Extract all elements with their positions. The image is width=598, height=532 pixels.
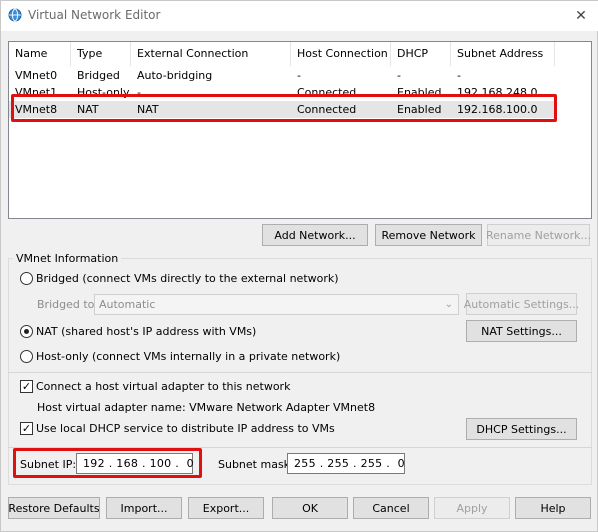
column-header-type[interactable]: Type: [71, 42, 131, 66]
cell-external-connection: Auto-bridging: [137, 69, 213, 82]
help-button[interactable]: Help: [515, 497, 591, 519]
cell-dhcp: -: [397, 69, 401, 82]
column-header-external-connection[interactable]: External Connection: [131, 42, 291, 66]
import-button[interactable]: Import...: [106, 497, 182, 519]
cell-type: NAT: [77, 103, 99, 116]
cell-external-connection: -: [137, 86, 141, 99]
dhcp-settings-button[interactable]: DHCP Settings...: [466, 418, 577, 440]
adapter-name-text: Host virtual adapter name: VMware Networ…: [37, 401, 376, 414]
cell-host-connection: Connected: [297, 103, 357, 116]
cancel-button[interactable]: Cancel: [353, 497, 429, 519]
window-title: Virtual Network Editor: [28, 8, 161, 22]
automatic-settings-button[interactable]: Automatic Settings...: [464, 293, 579, 315]
table-row-selected[interactable]: VMnet8 NAT NAT Connected Enabled 192.168…: [9, 101, 555, 118]
cell-dhcp: Enabled: [397, 103, 442, 116]
bridged-to-value: Automatic: [99, 298, 156, 311]
cell-external-connection: NAT: [137, 103, 159, 116]
bridged-radio[interactable]: [20, 272, 33, 285]
subnet-ip-label: Subnet IP:: [20, 458, 77, 471]
cell-host-connection: Connected: [297, 86, 357, 99]
connect-adapter-label[interactable]: Connect a host virtual adapter to this n…: [36, 380, 290, 393]
cell-name: VMnet8: [15, 103, 58, 116]
column-header-subnet-address[interactable]: Subnet Address: [451, 42, 555, 66]
nat-settings-button[interactable]: NAT Settings...: [466, 320, 577, 342]
cell-host-connection: -: [297, 69, 301, 82]
host-only-radio[interactable]: [20, 350, 33, 363]
bridged-to-select[interactable]: Automatic ⌄: [94, 294, 459, 315]
checkmark-icon: ✓: [21, 422, 32, 435]
column-header-host-connection[interactable]: Host Connection: [291, 42, 391, 66]
cell-name: VMnet1: [15, 86, 58, 99]
nat-radio-label[interactable]: NAT (shared host's IP address with VMs): [36, 325, 256, 338]
column-header-name[interactable]: Name: [9, 42, 71, 66]
cell-type: Host-only: [77, 86, 130, 99]
subnet-mask-label: Subnet mask:: [218, 458, 294, 471]
cell-name: VMnet0: [15, 69, 58, 82]
add-network-button[interactable]: Add Network...: [262, 224, 368, 246]
connect-adapter-checkbox[interactable]: ✓: [20, 380, 33, 393]
checkmark-icon: ✓: [21, 380, 32, 393]
cell-subnet-address: 192.168.248.0: [457, 86, 538, 99]
globe-network-icon: [8, 8, 22, 22]
table-row[interactable]: VMnet0 Bridged Auto-bridging - - -: [9, 67, 555, 84]
host-only-radio-label[interactable]: Host-only (connect VMs internally in a p…: [36, 350, 340, 363]
virtual-network-editor-window: Virtual Network Editor ✕ Name Type Exter…: [0, 0, 598, 532]
vmnet-information-label: VMnet Information: [13, 252, 122, 265]
cell-subnet-address: 192.168.100.0: [457, 103, 538, 116]
close-button[interactable]: ✕: [563, 1, 598, 31]
nat-radio[interactable]: [20, 325, 33, 338]
dhcp-checkbox[interactable]: ✓: [20, 422, 33, 435]
export-button[interactable]: Export...: [188, 497, 264, 519]
divider: [8, 372, 592, 373]
dhcp-label[interactable]: Use local DHCP service to distribute IP …: [36, 422, 335, 435]
ok-button[interactable]: OK: [272, 497, 348, 519]
column-header-dhcp[interactable]: DHCP: [391, 42, 451, 66]
rename-network-button[interactable]: Rename Network...: [486, 224, 591, 246]
restore-defaults-button[interactable]: Restore Defaults: [8, 497, 100, 519]
table-row[interactable]: VMnet1 Host-only - Connected Enabled 192…: [9, 84, 555, 101]
remove-network-button[interactable]: Remove Network: [375, 224, 482, 246]
title-bar: Virtual Network Editor ✕: [1, 1, 598, 31]
cell-dhcp: Enabled: [397, 86, 442, 99]
apply-button[interactable]: Apply: [434, 497, 510, 519]
bridged-radio-label[interactable]: Bridged (connect VMs directly to the ext…: [36, 272, 339, 285]
subnet-ip-input[interactable]: 192 . 168 . 100 . 0: [76, 453, 194, 474]
bridged-to-label: Bridged to:: [37, 298, 99, 311]
divider: [8, 447, 592, 448]
chevron-down-icon: ⌄: [444, 299, 453, 310]
close-icon: ✕: [575, 8, 587, 24]
cell-subnet-address: -: [457, 69, 461, 82]
cell-type: Bridged: [77, 69, 120, 82]
subnet-mask-input[interactable]: 255 . 255 . 255 . 0: [287, 453, 405, 474]
network-table[interactable]: Name Type External Connection Host Conne…: [8, 41, 592, 219]
